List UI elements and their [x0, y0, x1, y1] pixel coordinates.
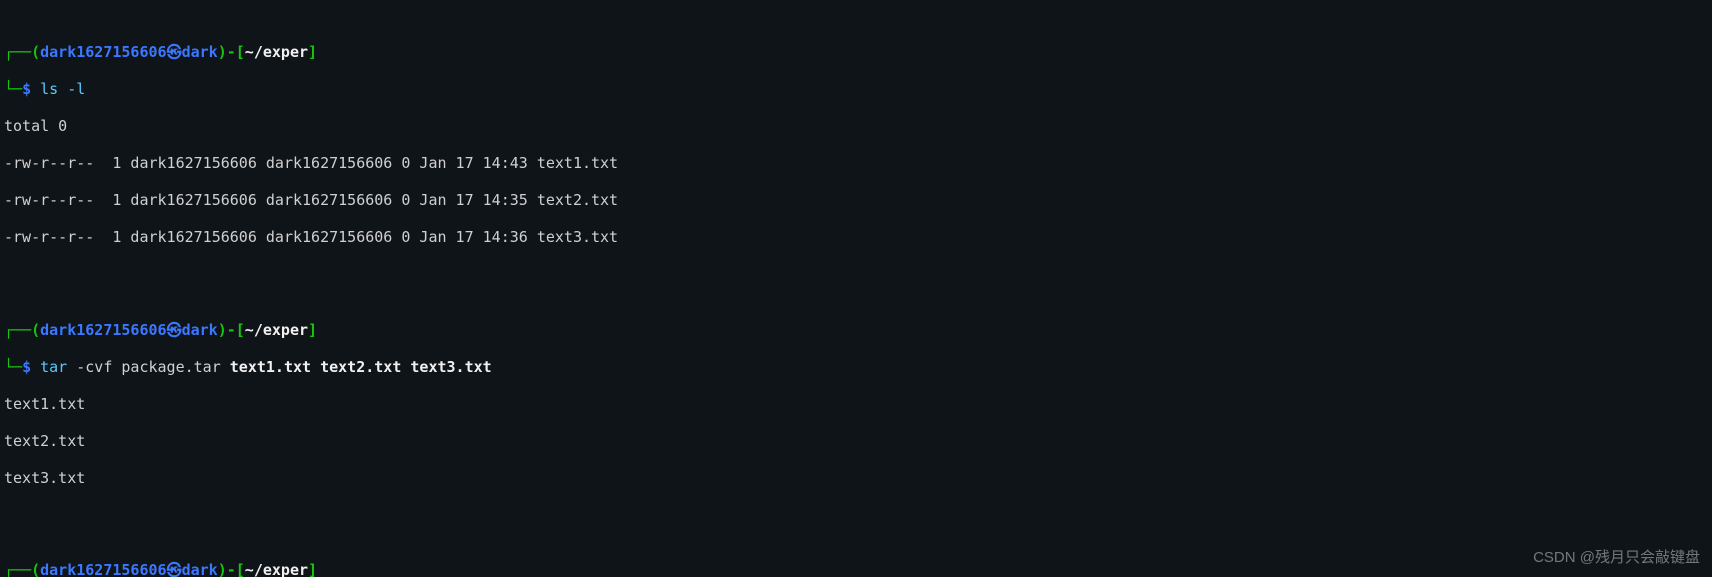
- prompt-corner-icon: ┌──(: [4, 561, 40, 577]
- ls-row: -rw-r--r-- 1 dark1627156606 dark16271566…: [4, 154, 1708, 173]
- blank-line: [4, 506, 1708, 525]
- ls-row: -rw-r--r-- 1 dark1627156606 dark16271566…: [4, 191, 1708, 210]
- prompt-sep: )-[: [218, 43, 245, 61]
- prompt-sep: )-[: [218, 321, 245, 339]
- command-2-arg: package.tar: [121, 358, 229, 376]
- prompt-host: dark: [182, 321, 218, 339]
- prompt-corner-icon: ┌──(: [4, 43, 40, 61]
- tar-output-row: text2.txt: [4, 432, 1708, 451]
- prompt-end: ]: [308, 321, 317, 339]
- skull-icon: ㉿: [167, 321, 182, 339]
- prompt-path: ~/exper: [245, 561, 308, 577]
- prompt-line-2-top: ┌──(dark1627156606㉿dark)-[~/exper]: [4, 321, 1708, 340]
- prompt-end: ]: [308, 561, 317, 577]
- ls-row: -rw-r--r-- 1 dark1627156606 dark16271566…: [4, 228, 1708, 247]
- tar-output-row: text3.txt: [4, 469, 1708, 488]
- prompt-symbol: $: [22, 80, 31, 98]
- terminal[interactable]: ┌──(dark1627156606㉿dark)-[~/exper] └─$ l…: [0, 0, 1712, 577]
- prompt-elbow-icon: └─: [4, 358, 22, 376]
- prompt-line-2-bottom: └─$ tar -cvf package.tar text1.txt text2…: [4, 358, 1708, 377]
- prompt-user: dark1627156606: [40, 561, 166, 577]
- prompt-corner-icon: ┌──(: [4, 321, 40, 339]
- prompt-line-1-bottom: └─$ ls -l: [4, 80, 1708, 99]
- prompt-host: dark: [182, 43, 218, 61]
- prompt-path: ~/exper: [245, 43, 308, 61]
- prompt-user: dark1627156606: [40, 43, 166, 61]
- prompt-host: dark: [182, 561, 218, 577]
- prompt-elbow-icon: └─: [4, 80, 22, 98]
- prompt-end: ]: [308, 43, 317, 61]
- output-total: total 0: [4, 117, 1708, 136]
- tar-output-row: text1.txt: [4, 395, 1708, 414]
- prompt-sep: )-[: [218, 561, 245, 577]
- prompt-path: ~/exper: [245, 321, 308, 339]
- skull-icon: ㉿: [167, 43, 182, 61]
- prompt-symbol: $: [22, 358, 31, 376]
- command-2-files: text1.txt text2.txt text3.txt: [230, 358, 492, 376]
- command-1: ls -l: [40, 80, 85, 98]
- watermark: CSDN @残月只会敲键盘: [1533, 549, 1700, 568]
- blank-line: [4, 265, 1708, 284]
- prompt-line-3-top: ┌──(dark1627156606㉿dark)-[~/exper]: [4, 561, 1708, 577]
- prompt-line-1-top: ┌──(dark1627156606㉿dark)-[~/exper]: [4, 43, 1708, 62]
- prompt-user: dark1627156606: [40, 321, 166, 339]
- command-2-name: tar: [40, 358, 67, 376]
- command-2-opt: -cvf: [67, 358, 121, 376]
- skull-icon: ㉿: [167, 561, 182, 577]
